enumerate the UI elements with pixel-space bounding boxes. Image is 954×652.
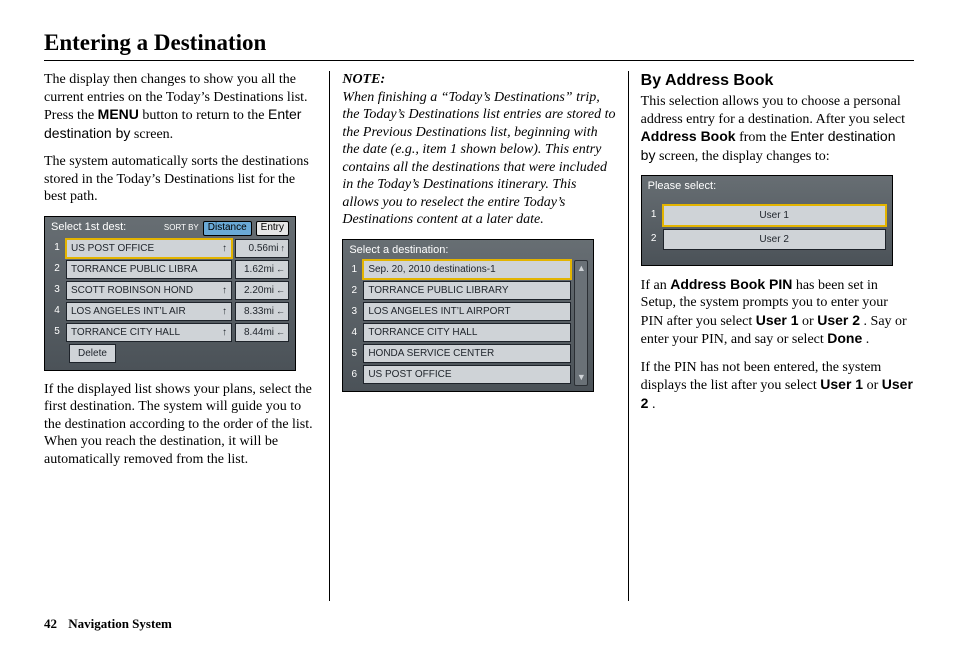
- row-distance: 8.44mi←: [235, 323, 289, 342]
- sort-distance-button[interactable]: Distance: [203, 221, 252, 236]
- row-distance: 0.56mi↑: [235, 239, 289, 258]
- screen2-header: Select a destination:: [343, 240, 593, 261]
- right-column: By Address Book This selection allows yo…: [629, 71, 914, 601]
- left-column: The display then changes to show you all…: [44, 71, 329, 601]
- scroll-down-icon: ▼: [577, 372, 586, 383]
- row-name: TORRANCE CITY HALL: [363, 323, 571, 342]
- footer-section-name: Navigation System: [68, 616, 172, 631]
- list-item: 2 User 2: [642, 229, 892, 253]
- sort-entry-button[interactable]: Entry: [256, 221, 289, 236]
- screen-select-destination: Select a destination: 1 Sep. 20, 2010 de…: [342, 239, 594, 393]
- note-label: NOTE:: [342, 72, 385, 87]
- arrow-left-icon: ←: [276, 327, 285, 337]
- row-name: US POST OFFICE↑: [66, 239, 232, 258]
- done-label: Done: [827, 330, 862, 346]
- page-title: Entering a Destination: [44, 30, 914, 56]
- note-body: When finishing a “Today’s Destinations” …: [342, 90, 615, 228]
- right-para-2: If an Address Book PIN has been set in S…: [641, 276, 914, 349]
- left-para-1: The display then changes to show you all…: [44, 71, 317, 143]
- arrow-left-icon: ←: [276, 306, 285, 316]
- user-2-button[interactable]: User 2: [663, 229, 886, 250]
- right-para-3: If the PIN has not been entered, the sys…: [641, 359, 914, 414]
- screen3-title: Please select:: [648, 180, 716, 194]
- list-item[interactable]: 4 LOS ANGELES INT’L AIR↑ 8.33mi←: [45, 302, 295, 323]
- row-distance: 1.62mi←: [235, 260, 289, 279]
- user-2-label: User 2: [817, 312, 860, 328]
- screen1-title: Select 1st dest:: [51, 221, 126, 235]
- row-name: Sep. 20, 2010 destinations-1: [363, 260, 571, 279]
- scroll-up-icon: ▲: [577, 263, 586, 274]
- list-item[interactable]: 5 HONDA SERVICE CENTER: [348, 344, 571, 365]
- screen-select-first-dest: Select 1st dest: SORT BY Distance Entry …: [44, 216, 296, 371]
- sort-by-label: SORT BY: [164, 223, 199, 233]
- screen3-list: 1 User 1 2 User 2: [642, 197, 892, 265]
- screen2-body: 1 Sep. 20, 2010 destinations-1 2 TORRANC…: [343, 260, 593, 391]
- screen-please-select: Please select: 1 User 1 2 User 2: [641, 175, 893, 266]
- page-number: 42: [44, 616, 57, 631]
- screen1-list: 1 US POST OFFICE↑ 0.56mi↑ 2 TORRANCE PUB…: [45, 239, 295, 370]
- screen1-header: Select 1st dest: SORT BY Distance Entry: [45, 217, 295, 239]
- by-address-book-heading: By Address Book: [641, 71, 914, 91]
- menu-label: MENU: [98, 106, 139, 122]
- address-book-label: Address Book: [641, 128, 736, 144]
- list-item[interactable]: 2 TORRANCE PUBLIC LIBRA 1.62mi←: [45, 260, 295, 281]
- row-name: LOS ANGELES INT’L AIRPORT: [363, 302, 571, 321]
- row-distance: 2.20mi←: [235, 281, 289, 300]
- list-item[interactable]: 6 US POST OFFICE: [348, 365, 571, 386]
- left-para-2: The system automatically sorts the desti…: [44, 153, 317, 206]
- left-para-3: If the displayed list shows your plans, …: [44, 381, 317, 469]
- arrow-left-icon: ←: [276, 285, 285, 295]
- list-item[interactable]: 5 TORRANCE CITY HALL↑ 8.44mi←: [45, 323, 295, 344]
- address-book-pin-label: Address Book PIN: [670, 276, 792, 292]
- delete-row: Delete: [45, 344, 295, 365]
- screen2-title: Select a destination:: [349, 244, 448, 258]
- right-para-1: This selection allows you to choose a pe…: [641, 93, 914, 165]
- manual-page: Entering a Destination The display then …: [0, 0, 954, 652]
- row-name: LOS ANGELES INT’L AIR↑: [66, 302, 232, 321]
- arrow-left-icon: ←: [276, 264, 285, 274]
- row-name: HONDA SERVICE CENTER: [363, 344, 571, 363]
- middle-column: NOTE: When finishing a “Today’s Destinat…: [330, 71, 627, 601]
- list-item[interactable]: 2 TORRANCE PUBLIC LIBRARY: [348, 281, 571, 302]
- user-1-label: User 1: [756, 312, 799, 328]
- title-rule: [44, 60, 914, 61]
- user-1-label: User 1: [820, 376, 863, 392]
- row-name: SCOTT ROBINSON HOND↑: [66, 281, 232, 300]
- row-name: US POST OFFICE: [363, 365, 571, 384]
- columns: The display then changes to show you all…: [44, 71, 914, 601]
- list-item[interactable]: 3 LOS ANGELES INT’L AIRPORT: [348, 302, 571, 323]
- user-1-button[interactable]: User 1: [663, 205, 886, 226]
- list-item[interactable]: 4 TORRANCE CITY HALL: [348, 323, 571, 344]
- delete-button[interactable]: Delete: [69, 344, 116, 363]
- list-item[interactable]: 1 Sep. 20, 2010 destinations-1: [348, 260, 571, 281]
- list-item: 1 User 1: [642, 205, 892, 229]
- list-item[interactable]: 1 US POST OFFICE↑ 0.56mi↑: [45, 239, 295, 260]
- page-footer: 42 Navigation System: [44, 616, 172, 632]
- screen2-list: 1 Sep. 20, 2010 destinations-1 2 TORRANC…: [348, 260, 571, 386]
- screen3-header: Please select:: [642, 176, 892, 197]
- row-distance: 8.33mi←: [235, 302, 289, 321]
- list-item[interactable]: 3 SCOTT ROBINSON HOND↑ 2.20mi←: [45, 281, 295, 302]
- row-name: TORRANCE PUBLIC LIBRA: [66, 260, 232, 279]
- screen2-scrollbar[interactable]: ▲ ▼: [574, 260, 588, 386]
- arrow-up-icon: ↑: [281, 243, 286, 253]
- note-block: NOTE: When finishing a “Today’s Destinat…: [342, 71, 615, 229]
- row-name: TORRANCE CITY HALL↑: [66, 323, 232, 342]
- row-name: TORRANCE PUBLIC LIBRARY: [363, 281, 571, 300]
